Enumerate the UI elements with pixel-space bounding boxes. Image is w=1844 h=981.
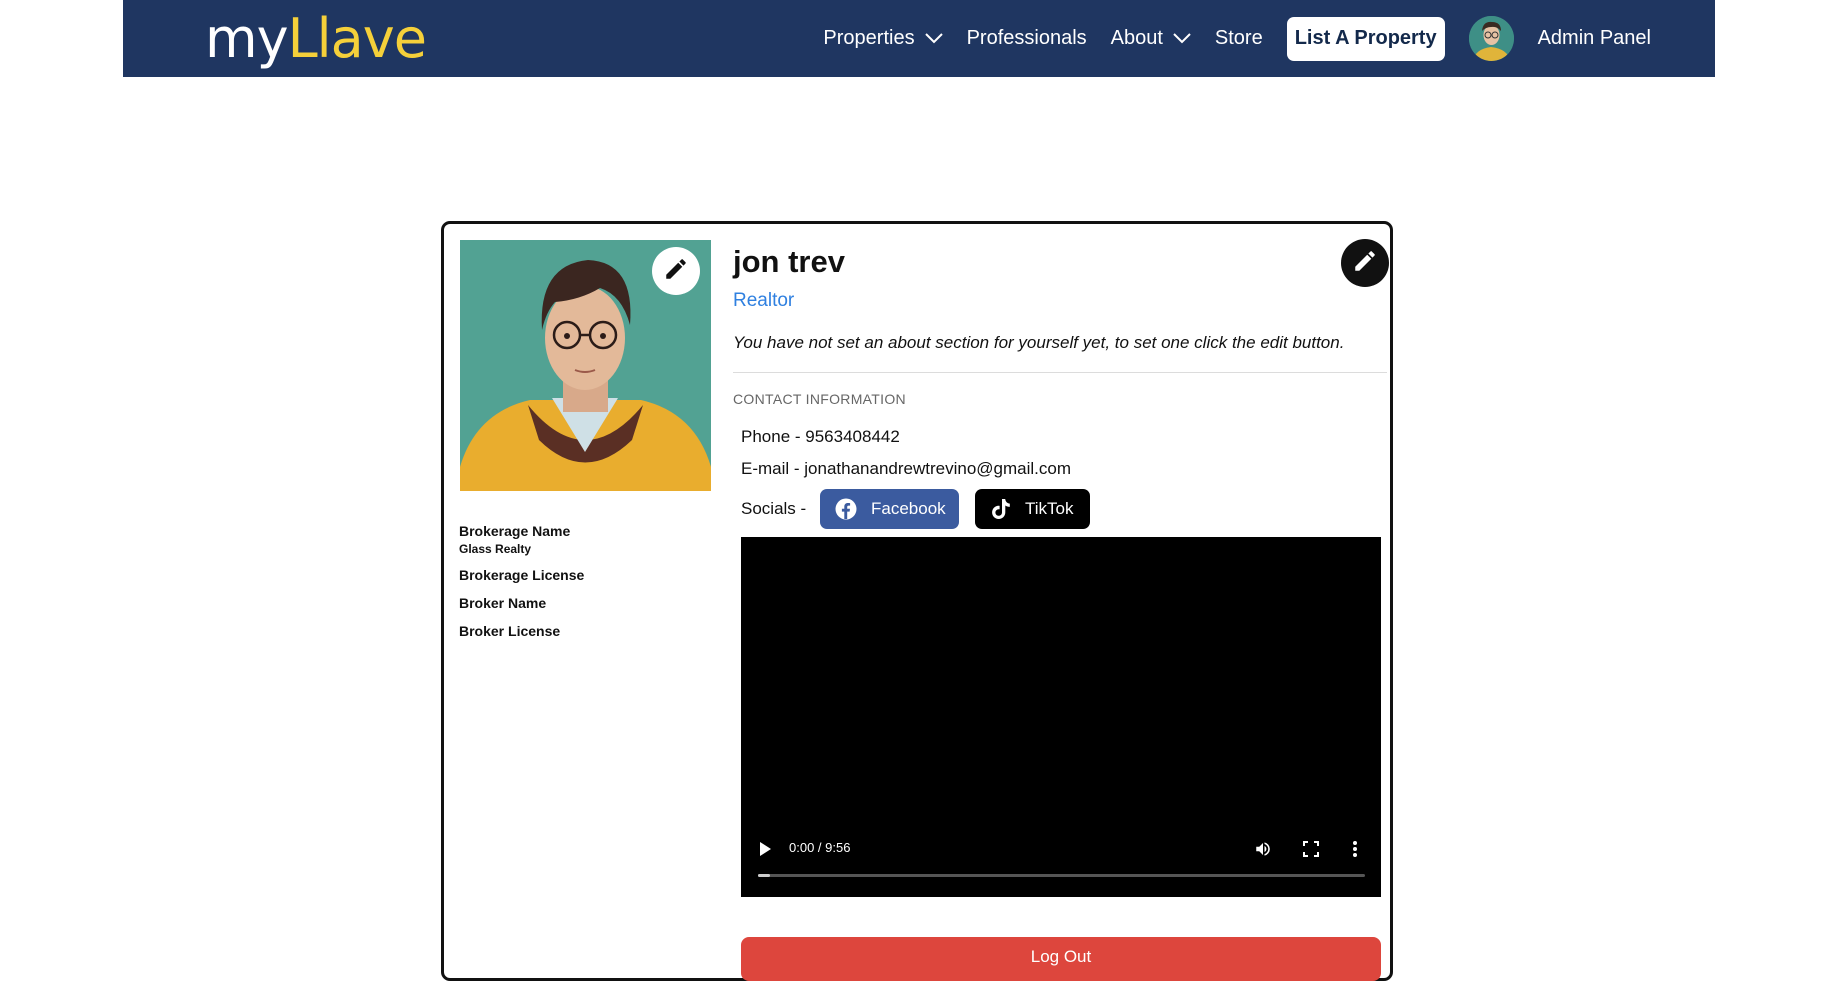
video-progress-bar[interactable] <box>758 874 1365 877</box>
nav-items: Properties Professionals About Store Lis… <box>799 0 1651 77</box>
tiktok-button[interactable]: TikTok <box>975 489 1090 529</box>
tiktok-label: TikTok <box>1025 499 1074 518</box>
contact-phone: Phone - 9563408442 <box>741 427 900 446</box>
brand-logo-part2: Llave <box>287 7 427 70</box>
section-divider <box>733 372 1387 373</box>
nav-properties[interactable]: Properties <box>823 27 943 50</box>
user-avatar[interactable] <box>1468 16 1514 61</box>
profile-about: You have not set an about section for yo… <box>733 333 1345 352</box>
top-navbar: myLlave Properties Professionals About S… <box>123 0 1715 77</box>
nav-properties-label: Properties <box>823 27 915 49</box>
nav-about[interactable]: About <box>1111 27 1191 50</box>
nav-store[interactable]: Store <box>1215 27 1263 50</box>
tiktok-icon <box>991 498 1011 520</box>
brokerage-license-label: Brokerage License <box>459 567 585 583</box>
broker-license-label: Broker License <box>459 623 561 639</box>
more-vert-icon[interactable] <box>1352 840 1358 863</box>
fullscreen-icon[interactable] <box>1303 841 1319 862</box>
brand-logo-part1: my <box>205 7 289 70</box>
pencil-icon <box>663 256 689 287</box>
facebook-button[interactable]: Facebook <box>820 489 959 529</box>
broker-name-label: Broker Name <box>459 595 547 611</box>
video-player[interactable]: 0:00 / 9:56 <box>741 537 1381 897</box>
pencil-icon <box>1352 248 1378 279</box>
brokerage-name-value: Glass Realty <box>459 542 532 556</box>
volume-icon[interactable] <box>1254 840 1272 863</box>
socials-label: Socials - <box>741 499 807 518</box>
profile-name: jon trev <box>733 244 845 279</box>
profile-role: Realtor <box>733 290 795 311</box>
contact-email: E-mail - jonathanandrewtrevino@gmail.com <box>741 459 1072 478</box>
contact-heading: CONTACT INFORMATION <box>733 391 906 407</box>
facebook-label: Facebook <box>871 499 946 518</box>
video-time: 0:00 / 9:56 <box>789 840 851 855</box>
brokerage-name-label: Brokerage Name <box>459 523 571 539</box>
list-property-button[interactable]: List A Property <box>1286 16 1445 61</box>
chevron-down-icon <box>924 33 943 44</box>
brand-logo[interactable]: myLlave <box>205 7 427 70</box>
logout-button[interactable]: Log Out <box>741 937 1381 981</box>
edit-profile-button[interactable] <box>1341 239 1389 287</box>
video-progress-fill <box>758 874 771 877</box>
nav-about-label: About <box>1110 27 1163 49</box>
facebook-icon <box>835 498 857 520</box>
nav-professionals[interactable]: Professionals <box>967 27 1087 50</box>
edit-photo-button[interactable] <box>652 247 700 295</box>
play-icon[interactable] <box>758 841 772 862</box>
nav-admin-panel[interactable]: Admin Panel <box>1538 27 1651 50</box>
chevron-down-icon <box>1173 33 1191 44</box>
